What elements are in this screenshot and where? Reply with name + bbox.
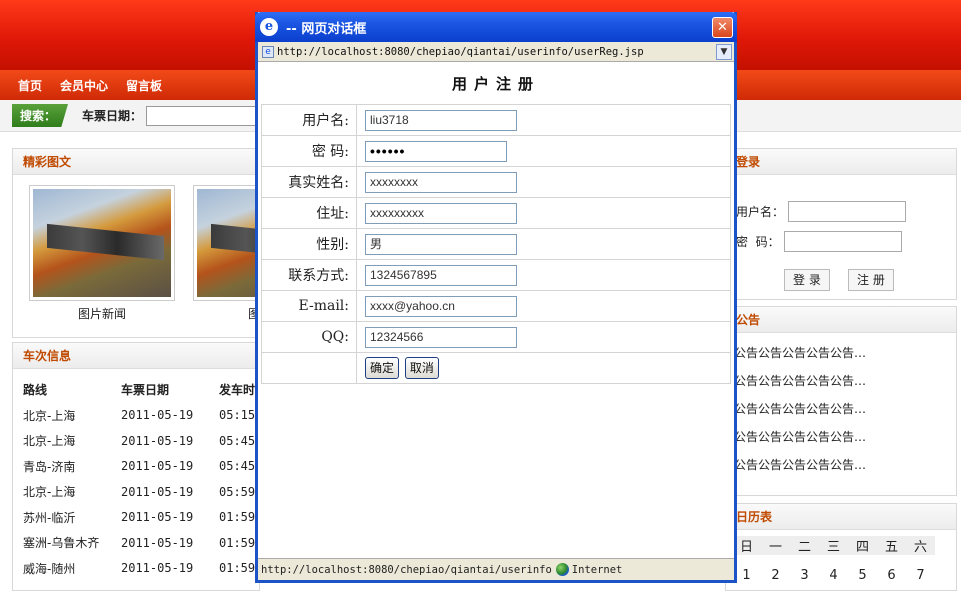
- pic-news-item[interactable]: 图片新闻: [29, 185, 175, 322]
- address-label: 住址:: [261, 197, 357, 229]
- web-dialog-window: e -- 网页对话框 ✕ e http://localhost:8080/che…: [255, 12, 737, 583]
- registration-form: 用户注册 用户名: liu3718 密 码: •••••• 真实姓名: xxxx…: [261, 64, 731, 561]
- nav-item-member[interactable]: 会员中心: [60, 77, 108, 94]
- chevron-down-icon[interactable]: ▼: [716, 43, 732, 60]
- login-password-label: 密 码：: [736, 235, 780, 249]
- trains-panel-title: 车次信息: [13, 343, 259, 369]
- registration-table: 用户名: liu3718 密 码: •••••• 真实姓名: xxxxxxxx …: [261, 104, 731, 384]
- calendar-week-row: 1 2 3 4 5 6 7: [726, 560, 956, 590]
- contact-input[interactable]: 1324567895: [365, 264, 517, 286]
- dialog-address-bar: e http://localhost:8080/chepiao/qiantai/…: [258, 42, 734, 62]
- login-panel: 登录 用户名： 密 码： 登 录 注 册: [725, 148, 957, 300]
- notice-panel-title: 公告: [726, 307, 956, 333]
- search-date-label: 车票日期：: [82, 109, 143, 123]
- notice-item[interactable]: 公告公告公告公告公告…: [726, 339, 956, 367]
- search-date-input[interactable]: [146, 105, 257, 126]
- form-title: 用户注册: [451, 75, 540, 93]
- pics-panel: 精彩图文 图片新闻 图片新: [12, 148, 339, 338]
- password-input[interactable]: ••••••: [365, 140, 507, 162]
- security-zone: Internet: [571, 563, 623, 576]
- qq-label: QQ:: [261, 321, 357, 353]
- table-row[interactable]: 北京-上海 2011-05-19 05:59: [13, 479, 259, 505]
- cancel-button[interactable]: 取消: [404, 357, 439, 379]
- submit-button[interactable]: 确定: [365, 357, 400, 379]
- pics-panel-title: 精彩图文: [13, 149, 259, 175]
- dialog-status-bar: http://localhost:8080/chepiao/qiantai/us…: [258, 558, 734, 580]
- qq-input[interactable]: 12324566: [365, 326, 517, 348]
- realname-input[interactable]: xxxxxxxx: [365, 171, 517, 193]
- calendar-day[interactable]: 4: [819, 568, 848, 583]
- contact-label: 联系方式:: [261, 259, 357, 291]
- trains-panel: 车次信息 路线 车票日期 发车时 北京-上海 2011-05-19 05:15 北京…: [12, 342, 260, 591]
- gender-label: 性别:: [261, 228, 357, 260]
- calendar-day[interactable]: 7: [906, 568, 935, 583]
- login-button[interactable]: 登 录: [784, 269, 830, 291]
- login-password-input[interactable]: [783, 231, 902, 252]
- nav-item-guestbook[interactable]: 留言板: [126, 77, 162, 94]
- table-row[interactable]: 青岛-济南 2011-05-19 05:45: [13, 454, 259, 480]
- table-row[interactable]: 威海-随州 2011-05-19 01:59: [13, 556, 259, 582]
- train-photo: [33, 189, 171, 297]
- calendar-day[interactable]: 3: [790, 568, 819, 583]
- notice-item[interactable]: 公告公告公告公告公告…: [726, 395, 956, 423]
- gender-input[interactable]: 男: [365, 233, 517, 255]
- search-tag: 搜索：: [12, 104, 69, 127]
- train-table-header: 路线 车票日期 发车时: [23, 383, 256, 398]
- dialog-url: http://localhost:8080/chepiao/qiantai/us…: [277, 45, 644, 58]
- password-label: 密 码:: [261, 135, 357, 167]
- table-row[interactable]: 苏州-临沂 2011-05-19 01:59: [13, 505, 259, 531]
- calendar-day[interactable]: 2: [761, 568, 790, 583]
- login-username-label: 用户名：: [736, 205, 785, 219]
- realname-label: 真实姓名:: [261, 166, 357, 198]
- calendar-panel: 日历表 日 一 二 三 四 五 六 1 2 3 4 5 6 7: [725, 503, 957, 591]
- table-row[interactable]: 塞洲-乌鲁木齐 2011-05-19 01:59: [13, 530, 259, 556]
- nav-item-home[interactable]: 首页: [18, 77, 42, 94]
- notice-item[interactable]: 公告公告公告公告公告…: [726, 451, 956, 479]
- username-input[interactable]: liu3718: [365, 109, 517, 131]
- dialog-titlebar[interactable]: e -- 网页对话框 ✕: [255, 12, 737, 42]
- calendar-day[interactable]: 6: [877, 568, 906, 583]
- globe-icon: [555, 563, 569, 576]
- pic-caption: 图片新闻: [77, 307, 126, 321]
- calendar-panel-title: 日历表: [726, 504, 956, 530]
- username-label: 用户名:: [261, 104, 357, 136]
- status-url: http://localhost:8080/chepiao/qiantai/us…: [261, 563, 552, 576]
- calendar-weekdays: 日 一 二 三 四 五 六: [726, 530, 956, 560]
- close-button[interactable]: ✕: [712, 17, 733, 38]
- address-input[interactable]: xxxxxxxxx: [365, 202, 517, 224]
- calendar-day[interactable]: 5: [848, 568, 877, 583]
- table-row[interactable]: 北京-上海 2011-05-19 05:15: [13, 403, 259, 429]
- email-label: E-mail:: [261, 290, 357, 322]
- login-panel-title: 登录: [726, 149, 956, 175]
- notice-item[interactable]: 公告公告公告公告公告…: [726, 367, 956, 395]
- register-button[interactable]: 注 册: [848, 269, 894, 291]
- login-username-input[interactable]: [788, 201, 907, 222]
- ie-icon: e: [260, 18, 278, 36]
- notice-panel: 公告 公告公告公告公告公告… 公告公告公告公告公告… 公告公告公告公告公告… 公…: [725, 306, 957, 496]
- dialog-title: -- 网页对话框: [286, 21, 367, 37]
- notice-item[interactable]: 公告公告公告公告公告…: [726, 423, 956, 451]
- email-input[interactable]: xxxx@yahoo.cn: [365, 295, 517, 317]
- table-row[interactable]: 北京-上海 2011-05-19 05:45: [13, 428, 259, 454]
- page-icon: e: [262, 45, 274, 58]
